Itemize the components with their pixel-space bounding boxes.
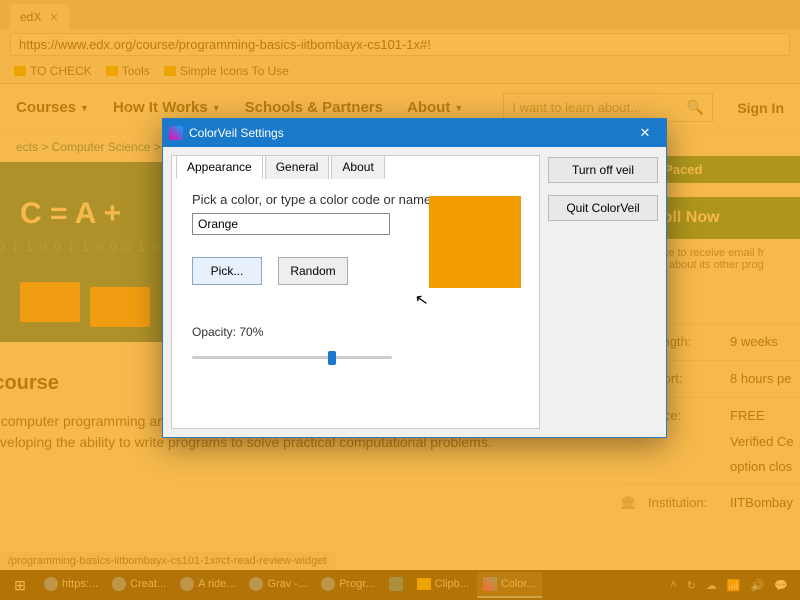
random-button[interactable]: Random bbox=[278, 257, 348, 285]
info-row-institution: 🏛Institution:IITBombay bbox=[620, 484, 800, 521]
folder-icon bbox=[106, 66, 118, 76]
bookmarks-bar: TO CHECK Tools Simple Icons To Use bbox=[0, 58, 800, 84]
search-placeholder: I want to learn about... bbox=[512, 100, 641, 115]
chrome-icon bbox=[321, 577, 335, 591]
turn-off-veil-button[interactable]: Turn off veil bbox=[548, 157, 658, 183]
tray-sync-icon[interactable]: ↻ bbox=[687, 579, 696, 592]
edge-icon bbox=[389, 577, 403, 591]
folder-icon bbox=[164, 66, 176, 76]
nav-about[interactable]: About▼ bbox=[407, 99, 463, 116]
color-input[interactable] bbox=[192, 213, 390, 235]
chrome-icon bbox=[44, 577, 58, 591]
task-item-colorveil[interactable]: Color... bbox=[477, 572, 542, 598]
browser-chrome: edX ✕ https://www.edx.org/course/program… bbox=[0, 0, 800, 84]
hero-box-icon bbox=[20, 282, 80, 322]
tray-chevron-icon[interactable]: ˄ bbox=[670, 579, 676, 591]
system-tray[interactable]: ˄ ↻ ☁ 📶 🔊 💬 bbox=[670, 579, 796, 592]
tab-general[interactable]: General bbox=[265, 155, 330, 179]
task-item-clipboard[interactable]: Clipb... bbox=[411, 572, 475, 598]
tab-bar: edX ✕ bbox=[0, 0, 800, 30]
address-bar: https://www.edx.org/course/programming-b… bbox=[0, 30, 800, 58]
quit-colorveil-button[interactable]: Quit ColorVeil bbox=[548, 195, 658, 221]
tab-strip: Appearance General About bbox=[176, 155, 387, 179]
nav-how-it-works[interactable]: How It Works▼ bbox=[113, 99, 221, 116]
nav-schools-partners[interactable]: Schools & Partners bbox=[245, 99, 383, 116]
close-button[interactable]: ✕ bbox=[630, 125, 660, 141]
opacity-slider[interactable] bbox=[192, 349, 392, 365]
bookmark-tools[interactable]: Tools bbox=[106, 64, 150, 78]
tab-panel: Appearance General About Pick a color, o… bbox=[171, 155, 540, 429]
sign-in-link[interactable]: Sign In bbox=[737, 100, 784, 116]
tray-notification-icon[interactable]: 💬 bbox=[774, 579, 788, 592]
caret-icon: ▼ bbox=[212, 103, 221, 113]
dialog-titlebar[interactable]: ColorVeil Settings ✕ bbox=[163, 119, 666, 147]
chrome-icon bbox=[112, 577, 126, 591]
tray-volume-icon[interactable]: 🔊 bbox=[751, 579, 765, 592]
tab-title: edX bbox=[20, 10, 41, 24]
hero-box-icon bbox=[90, 287, 150, 327]
taskbar: ⊞ https:... Creat... A ride... Grav -...… bbox=[0, 570, 800, 600]
search-icon[interactable]: 🔍 bbox=[687, 99, 704, 116]
dialog-title: ColorVeil Settings bbox=[189, 126, 284, 140]
folder-icon bbox=[417, 578, 431, 590]
tab-about[interactable]: About bbox=[331, 155, 384, 179]
colorveil-icon bbox=[483, 577, 497, 591]
tab-appearance[interactable]: Appearance bbox=[176, 155, 263, 179]
opacity-label: Opacity: 70% bbox=[192, 325, 521, 339]
tab-content-appearance: Pick a color, or type a color code or na… bbox=[172, 156, 539, 375]
slider-track bbox=[192, 356, 392, 359]
task-item-chrome[interactable]: Creat... bbox=[106, 572, 172, 598]
info-row-price-detail: option clos bbox=[620, 459, 800, 484]
start-button[interactable]: ⊞ bbox=[4, 570, 36, 600]
status-bar-url: /programming-basics-iitbombayx-cs101-1x#… bbox=[0, 552, 335, 570]
institution-icon: 🏛 bbox=[620, 495, 636, 511]
tray-wifi-icon[interactable]: 📶 bbox=[727, 579, 741, 592]
slider-thumb[interactable] bbox=[328, 351, 336, 365]
caret-icon: ▼ bbox=[80, 103, 89, 113]
browser-tab[interactable]: edX ✕ bbox=[10, 4, 69, 30]
colorveil-settings-dialog: ColorVeil Settings ✕ Appearance General … bbox=[162, 118, 667, 438]
caret-icon: ▼ bbox=[454, 103, 463, 113]
task-item-edge[interactable] bbox=[383, 572, 409, 598]
nav-courses[interactable]: Courses▼ bbox=[16, 99, 89, 116]
bookmark-simple-icons[interactable]: Simple Icons To Use bbox=[164, 64, 289, 78]
chrome-icon bbox=[180, 577, 194, 591]
pick-button[interactable]: Pick... bbox=[192, 257, 262, 285]
app-icon bbox=[169, 126, 183, 140]
task-item-chrome[interactable]: A ride... bbox=[174, 572, 241, 598]
chrome-icon bbox=[249, 577, 263, 591]
bookmark-to-check[interactable]: TO CHECK bbox=[14, 64, 92, 78]
dialog-side-buttons: Turn off veil Quit ColorVeil bbox=[548, 155, 658, 429]
close-tab-icon[interactable]: ✕ bbox=[49, 11, 58, 24]
tray-cloud-icon[interactable]: ☁ bbox=[706, 579, 717, 592]
task-item-chrome[interactable]: Progr... bbox=[315, 572, 380, 598]
color-swatch bbox=[429, 196, 521, 288]
hero-formula-text: C = A + bbox=[20, 197, 121, 231]
task-item-chrome[interactable]: Grav -... bbox=[243, 572, 313, 598]
url-input[interactable]: https://www.edx.org/course/programming-b… bbox=[10, 33, 790, 56]
task-item-chrome[interactable]: https:... bbox=[38, 572, 104, 598]
topics-label: nclude: bbox=[0, 469, 580, 485]
folder-icon bbox=[14, 66, 26, 76]
